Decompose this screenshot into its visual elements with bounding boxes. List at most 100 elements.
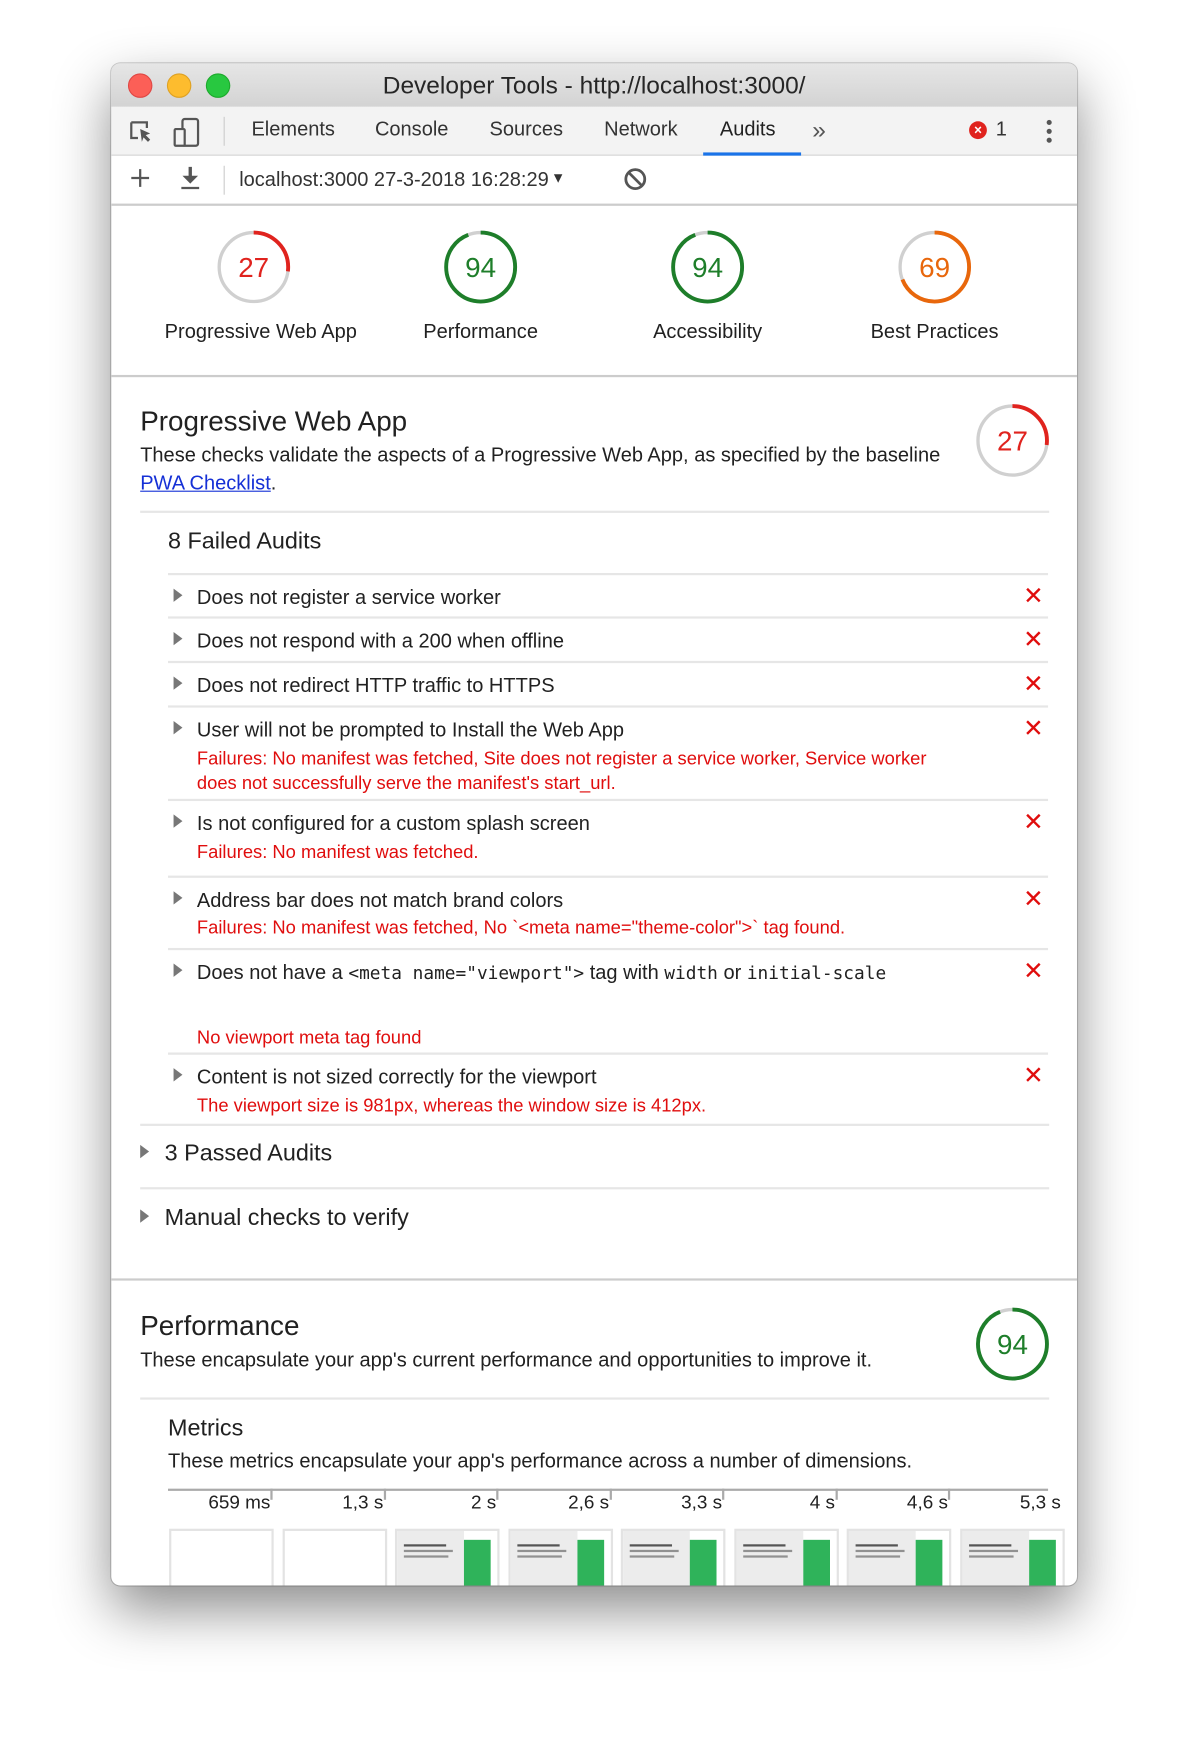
- expand-triangle-icon[interactable]: [173, 676, 183, 690]
- frame-page: [397, 1530, 464, 1586]
- expand-triangle-icon[interactable]: [173, 631, 183, 646]
- pwa-section-gauge: 27: [975, 403, 1051, 484]
- tab-network[interactable]: Network: [604, 118, 677, 141]
- device-toolbar-icon[interactable]: [172, 117, 201, 154]
- fail-x-icon: ✕: [1023, 625, 1044, 654]
- audit-title: Address bar does not match brand colors: [196, 888, 564, 912]
- audit-title: Does not respond with a 200 when offline: [196, 629, 564, 652]
- gauge-score: 94: [692, 252, 723, 283]
- frame-text: [968, 1549, 1018, 1553]
- gauge-pwa[interactable]: 27 Progressive Web App: [164, 229, 357, 344]
- filmstrip-frame[interactable]: [733, 1528, 839, 1586]
- score-gauge: 94: [671, 230, 745, 304]
- gauge-score: 69: [919, 252, 950, 283]
- tab-console[interactable]: Console: [375, 118, 448, 141]
- frame-green-panel: [463, 1539, 491, 1586]
- fail-x-icon: ✕: [1023, 956, 1044, 985]
- score-gauge: 69: [898, 230, 972, 304]
- pwa-section-description: These checks validate the aspects of a P…: [140, 442, 941, 498]
- tab-audits[interactable]: Audits: [720, 118, 776, 141]
- expand-triangle-icon[interactable]: [173, 1068, 183, 1082]
- filmstrip-time-label: 4,6 s: [906, 1491, 948, 1514]
- frame-text: [742, 1555, 788, 1558]
- fail-x-icon: ✕: [1023, 884, 1044, 913]
- report-select[interactable]: localhost:3000 27-3-2018 16:28:29 ▼: [239, 168, 565, 191]
- clear-all-icon[interactable]: [623, 167, 647, 197]
- frame-page: [848, 1530, 916, 1586]
- divider: [140, 1123, 1050, 1126]
- expand-triangle-icon[interactable]: [173, 588, 183, 602]
- filmstrip-frame[interactable]: [620, 1528, 726, 1586]
- filmstrip-frame[interactable]: [394, 1528, 500, 1586]
- audit-row[interactable]: Does not have a <meta name="viewport"> t…: [168, 947, 1049, 1053]
- gauge-performance[interactable]: 94 Performance: [392, 229, 570, 344]
- download-report-icon[interactable]: [179, 166, 201, 196]
- filmstrip-frame[interactable]: [507, 1528, 613, 1586]
- error-count[interactable]: 1: [996, 118, 1007, 141]
- inspect-element-icon[interactable]: [128, 119, 155, 151]
- gauge-accessibility[interactable]: 94 Accessibility: [619, 229, 797, 344]
- frame-page: [961, 1530, 1029, 1586]
- manual-checks-toggle[interactable]: Manual checks to verify: [140, 1205, 409, 1232]
- more-options-icon[interactable]: [1046, 119, 1053, 149]
- audit-title: Does not register a service worker: [196, 586, 501, 609]
- frame-green-panel: [689, 1539, 717, 1586]
- failed-audits-list: Does not register a service worker ✕ Does…: [168, 572, 1049, 1125]
- title-code: initial-scale: [746, 962, 887, 984]
- filmstrip-tick: [722, 1488, 725, 1500]
- audit-failure-text: Failures: No manifest was fetched.: [196, 842, 479, 863]
- audit-row[interactable]: Content is not sized correctly for the v…: [168, 1052, 1049, 1125]
- filmstrip-frame[interactable]: [846, 1528, 952, 1586]
- gauge-label: Progressive Web App: [164, 320, 357, 343]
- pwa-checklist-link[interactable]: PWA Checklist: [140, 472, 271, 494]
- audit-row[interactable]: Does not redirect HTTP traffic to HTTPS ✕: [168, 660, 1049, 706]
- divider: [140, 1397, 1050, 1400]
- expand-triangle-icon[interactable]: [173, 963, 183, 977]
- error-icon[interactable]: ×: [969, 121, 987, 140]
- gauge-best-practices[interactable]: 69 Best Practices: [846, 229, 1024, 344]
- audits-toolbar: localhost:3000 27-3-2018 16:28:29 ▼: [111, 155, 1077, 206]
- filmstrip-frame[interactable]: [169, 1528, 274, 1586]
- filmstrip-tick: [383, 1488, 386, 1500]
- filmstrip-time-label: 659 ms: [208, 1491, 271, 1514]
- filmstrip-frame[interactable]: [282, 1528, 387, 1586]
- performance-section-description: These encapsulate your app's current per…: [140, 1348, 873, 1371]
- expand-triangle-icon[interactable]: [173, 891, 183, 905]
- gauge-score: 94: [465, 252, 496, 283]
- expand-triangle-icon: [140, 1144, 150, 1159]
- gauge-score: 27: [997, 426, 1028, 457]
- frame-green-panel: [915, 1539, 943, 1586]
- filmstrip-frame[interactable]: [959, 1528, 1065, 1586]
- frame-page: [735, 1530, 803, 1586]
- divider: [140, 510, 1050, 513]
- fail-x-icon: ✕: [1023, 807, 1044, 836]
- audit-row[interactable]: Address bar does not match brand colors F…: [168, 875, 1049, 948]
- frame-text: [742, 1549, 792, 1553]
- audit-row[interactable]: Does not register a service worker ✕: [168, 572, 1049, 616]
- metrics-description: These metrics encapsulate your app's per…: [168, 1449, 913, 1472]
- section-divider: [111, 1278, 1077, 1281]
- passed-audits-toggle[interactable]: 3 Passed Audits: [140, 1140, 332, 1167]
- filmstrip-time-label: 4 s: [809, 1491, 836, 1514]
- frame-text: [403, 1549, 453, 1553]
- expand-triangle-icon[interactable]: [173, 814, 183, 828]
- filmstrip-time-label: 5,3 s: [1019, 1491, 1061, 1514]
- score-gauge: 94: [976, 1307, 1049, 1381]
- expand-triangle-icon[interactable]: [173, 720, 183, 735]
- audit-title: User will not be prompted to Install the…: [196, 718, 625, 741]
- fail-x-icon: ✕: [1023, 714, 1044, 743]
- score-gauge: 27: [976, 404, 1049, 478]
- new-audit-icon[interactable]: [130, 168, 150, 194]
- more-tabs-button[interactable]: »: [812, 116, 826, 145]
- audit-failure-text: Failures: No manifest was fetched, Site …: [196, 748, 927, 794]
- fail-x-icon: ✕: [1023, 581, 1044, 610]
- tab-sources[interactable]: Sources: [490, 118, 563, 141]
- frame-text: [629, 1549, 679, 1553]
- audit-row[interactable]: Does not respond with a 200 when offline…: [168, 616, 1049, 661]
- title-text: Does not have a: [196, 961, 349, 984]
- audit-row[interactable]: User will not be prompted to Install the…: [168, 705, 1049, 798]
- tab-elements[interactable]: Elements: [251, 118, 334, 141]
- audit-row[interactable]: Is not configured for a custom splash sc…: [168, 798, 1049, 876]
- window-title: Developer Tools - http://localhost:3000/: [382, 71, 806, 100]
- frame-text: [516, 1555, 562, 1558]
